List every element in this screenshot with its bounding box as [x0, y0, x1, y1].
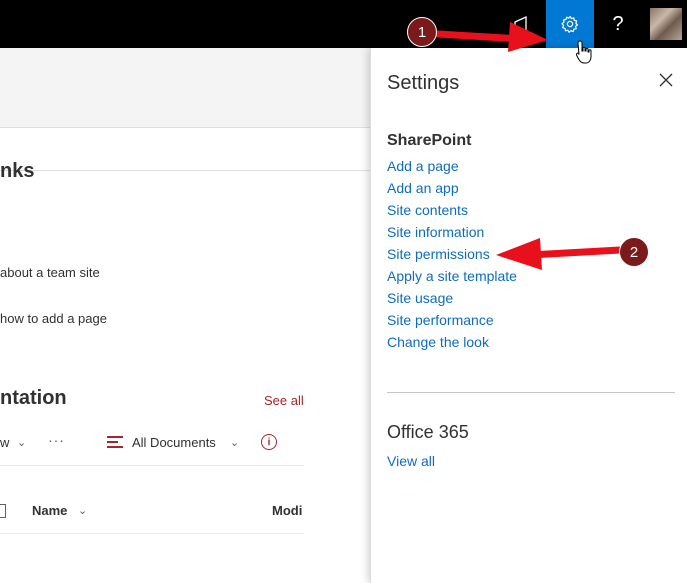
help-icon: ? — [612, 12, 624, 35]
menu-item-apply-site-template[interactable]: Apply a site template — [387, 268, 517, 284]
quick-link-team-site[interactable]: about a team site — [0, 265, 100, 280]
settings-button[interactable] — [546, 0, 594, 48]
file-type-icon — [0, 504, 6, 518]
view-options-icon[interactable] — [107, 436, 123, 448]
documents-title: ntation — [0, 387, 67, 409]
chevron-down-icon[interactable]: ⌄ — [17, 436, 26, 449]
menu-item-add-app[interactable]: Add an app — [387, 180, 459, 196]
quick-link-add-page[interactable]: how to add a page — [0, 311, 107, 326]
callout-badge-2: 2 — [619, 237, 649, 267]
column-header-modified[interactable]: Modi — [272, 503, 304, 518]
site-header — [0, 48, 370, 128]
sharepoint-section-title: SharePoint — [387, 132, 472, 149]
menu-item-site-performance[interactable]: Site performance — [387, 312, 494, 328]
view-all-link[interactable]: View all — [387, 453, 435, 469]
new-button-label[interactable]: w — [0, 435, 9, 450]
column-header-name[interactable]: Name — [32, 503, 67, 518]
quick-links-title: nks — [0, 160, 35, 182]
info-icon[interactable]: i — [261, 434, 277, 450]
menu-item-change-look[interactable]: Change the look — [387, 334, 489, 350]
menu-item-site-information[interactable]: Site information — [387, 224, 484, 240]
chevron-down-icon[interactable]: ⌄ — [230, 436, 239, 449]
divider — [387, 392, 675, 393]
avatar — [650, 8, 682, 40]
all-documents-view[interactable]: All Documents — [132, 435, 216, 450]
account-button[interactable] — [642, 0, 687, 48]
menu-item-site-permissions[interactable]: Site permissions — [387, 246, 490, 262]
callout-badge-1: 1 — [407, 17, 437, 47]
close-icon — [659, 73, 673, 87]
suite-bar: ? — [0, 0, 687, 48]
menu-item-site-usage[interactable]: Site usage — [387, 290, 453, 306]
menu-item-site-contents[interactable]: Site contents — [387, 202, 468, 218]
divider — [0, 533, 304, 534]
divider — [0, 465, 304, 466]
help-button[interactable]: ? — [594, 0, 642, 48]
feedback-button[interactable] — [498, 0, 546, 48]
more-options-icon[interactable]: ··· — [48, 432, 65, 448]
command-bar — [0, 129, 370, 171]
gear-icon — [561, 15, 579, 33]
settings-panel: Settings SharePoint Add a page Add an ap… — [370, 48, 687, 583]
office365-section-title: Office 365 — [387, 422, 469, 442]
see-all-link[interactable]: See all — [264, 393, 304, 408]
settings-title: Settings — [387, 72, 460, 94]
chevron-down-icon[interactable]: ⌄ — [78, 504, 87, 517]
close-button[interactable] — [656, 70, 676, 90]
menu-item-add-page[interactable]: Add a page — [387, 158, 459, 174]
megaphone-icon — [514, 15, 527, 33]
